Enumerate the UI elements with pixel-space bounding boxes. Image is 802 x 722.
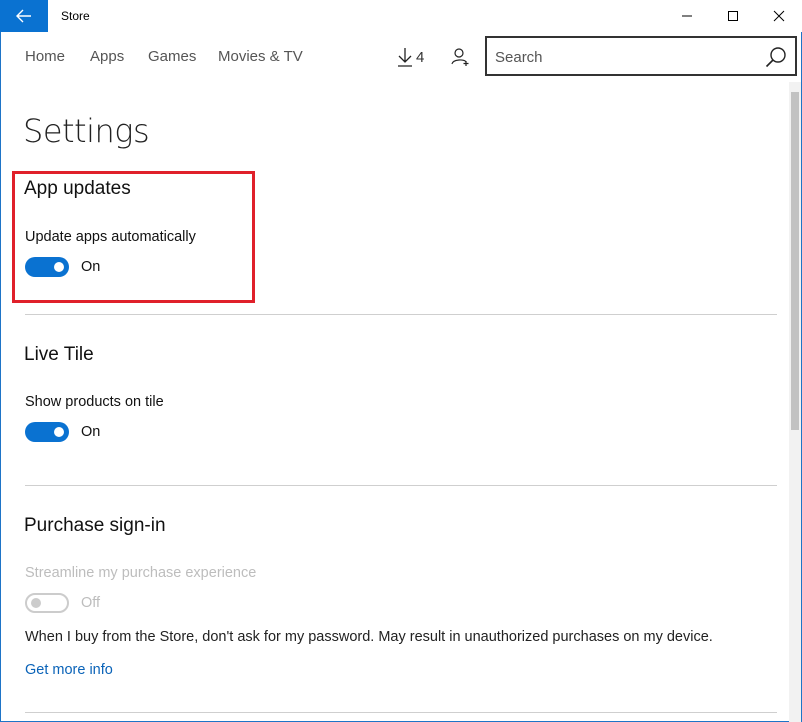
maximize-button[interactable] (710, 0, 756, 32)
downloads-button[interactable]: 4 (397, 44, 424, 70)
scrollbar[interactable] (789, 82, 801, 722)
search-button[interactable] (763, 44, 789, 70)
streamline-purchase-state: Off (81, 595, 101, 611)
app-title: Store (61, 9, 90, 23)
maximize-icon (728, 11, 738, 21)
nav-home[interactable]: Home (25, 48, 65, 65)
get-more-info-link[interactable]: Get more info (25, 662, 113, 678)
streamline-purchase-toggle[interactable] (25, 593, 69, 613)
divider (25, 485, 777, 486)
toggle-knob (54, 427, 64, 437)
close-button[interactable] (756, 0, 802, 32)
account-button[interactable] (448, 44, 474, 70)
user-icon (451, 48, 469, 66)
window-frame (0, 0, 802, 722)
show-products-state: On (81, 424, 101, 440)
purchase-signin-heading: Purchase sign-in (24, 515, 166, 536)
minimize-icon (682, 15, 692, 17)
search-input[interactable] (495, 47, 755, 67)
purchase-description: When I buy from the Store, don't ask for… (25, 629, 713, 645)
divider (25, 712, 777, 713)
nav-bar: Home Apps Games Movies & TV 4 (0, 32, 802, 82)
show-products-toggle[interactable] (25, 422, 69, 442)
page-title: Settings (23, 112, 150, 150)
live-tile-heading: Live Tile (24, 344, 94, 365)
back-button[interactable] (0, 0, 48, 32)
title-bar: Store (0, 0, 802, 32)
scrollbar-thumb[interactable] (791, 92, 799, 430)
divider (25, 314, 777, 315)
close-icon (773, 10, 785, 22)
highlight-annotation (12, 171, 255, 303)
nav-games[interactable]: Games (148, 48, 196, 65)
nav-apps[interactable]: Apps (90, 48, 124, 65)
minimize-button[interactable] (664, 0, 710, 32)
toggle-knob (31, 598, 41, 608)
nav-movies-tv[interactable]: Movies & TV (218, 48, 303, 65)
streamline-purchase-label: Streamline my purchase experience (25, 565, 257, 581)
download-icon (398, 48, 412, 67)
downloads-count: 4 (416, 48, 425, 66)
search-box (485, 36, 797, 76)
back-arrow-icon (16, 9, 31, 23)
search-icon (765, 47, 786, 68)
show-products-label: Show products on tile (25, 394, 164, 410)
